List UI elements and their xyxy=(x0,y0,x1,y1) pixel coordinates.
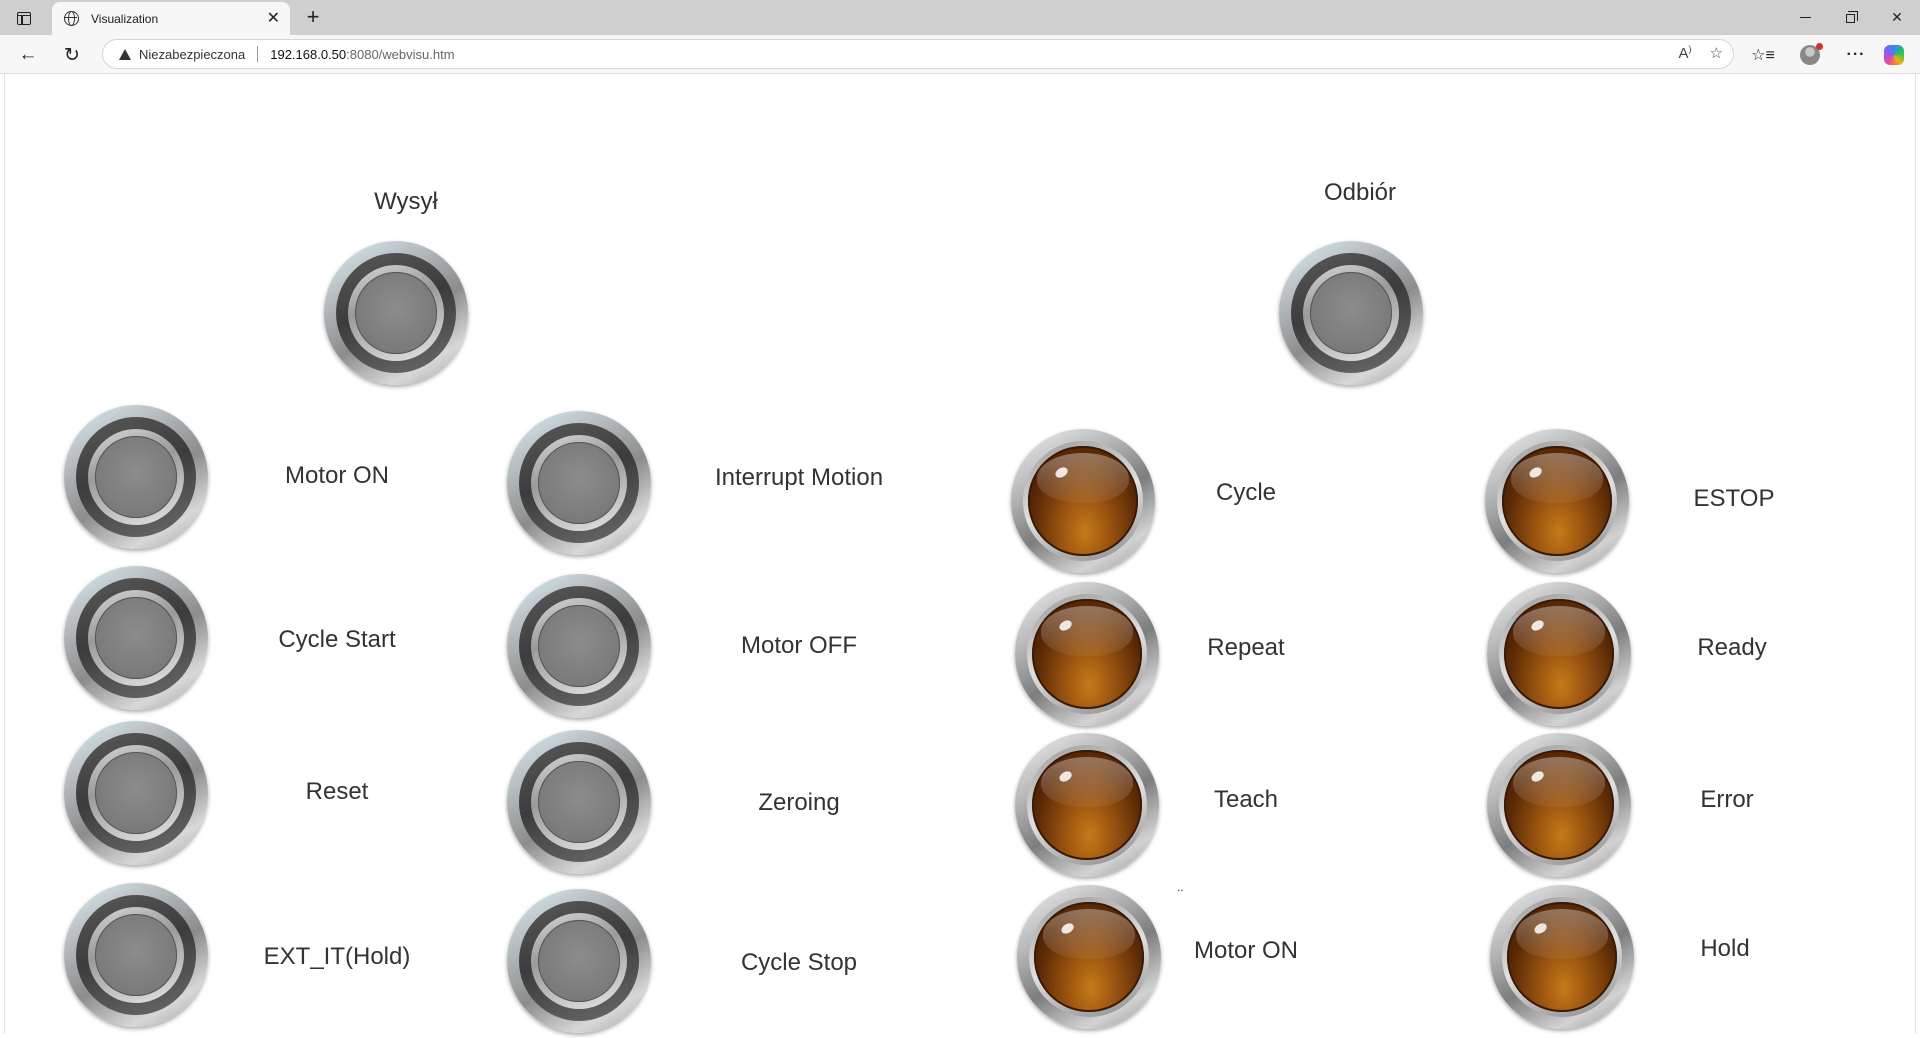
back-button[interactable]: ← xyxy=(14,41,42,69)
motor-off-button[interactable] xyxy=(507,574,651,718)
tab-close-icon[interactable]: ✕ xyxy=(267,10,280,27)
tab-title: Visualization xyxy=(91,11,159,26)
new-tab-button[interactable]: + xyxy=(300,5,326,31)
hold-lamp-label: Hold xyxy=(1700,935,1750,962)
address-bar[interactable]: Niezabezpieczona 192.168.0.50 :8080/webv… xyxy=(102,39,1734,69)
ready-lamp-label: Ready xyxy=(1697,634,1767,661)
stray-mark: .. xyxy=(1177,880,1184,894)
motor-off-label: Motor OFF xyxy=(740,632,858,659)
receive-master-button[interactable] xyxy=(1279,241,1423,385)
address-actions: A) ☆ xyxy=(1679,44,1723,62)
motor-on-lamp-label: Motor ON xyxy=(1193,937,1299,964)
browser-toolbar: ← ↻ Niezabezpieczona 192.168.0.50 :8080/… xyxy=(0,35,1920,74)
globe-icon xyxy=(64,11,79,26)
motor-on-label: Motor ON xyxy=(284,462,390,489)
cycle-lamp xyxy=(1011,429,1155,573)
tab-actions-icon[interactable] xyxy=(12,7,36,29)
security-warning[interactable]: Niezabezpieczona xyxy=(139,47,245,62)
read-aloud-icon[interactable]: A) xyxy=(1679,44,1692,62)
repeat-lamp xyxy=(1015,582,1159,726)
cycle-stop-button[interactable] xyxy=(507,889,651,1033)
send-master-button[interactable] xyxy=(324,241,468,385)
send-title: Wysył xyxy=(374,188,438,215)
error-lamp xyxy=(1487,733,1631,877)
favorites-icon[interactable]: ☆≡ xyxy=(1749,41,1777,69)
favorite-star-icon[interactable]: ☆ xyxy=(1710,44,1723,62)
ext-it-hold-button[interactable] xyxy=(64,883,208,1027)
cycle-start-button[interactable] xyxy=(64,566,208,710)
visualization-page: Wysył Odbiór Motor ON Cycle Start Reset … xyxy=(4,74,1916,1034)
browser-tab[interactable]: Visualization ✕ xyxy=(52,2,290,35)
url-host: 192.168.0.50 xyxy=(270,46,347,62)
warning-icon xyxy=(119,48,131,60)
url-path: :8080/webvisu.htm xyxy=(346,46,455,62)
close-window-button[interactable]: ✕ xyxy=(1874,0,1920,35)
motor-on-lamp xyxy=(1017,885,1161,1029)
cycle-stop-label: Cycle Stop xyxy=(740,949,858,976)
zeroing-button[interactable] xyxy=(507,730,651,874)
address-divider xyxy=(257,46,259,62)
restore-button[interactable] xyxy=(1828,0,1874,35)
teach-lamp xyxy=(1015,733,1159,877)
error-lamp-label: Error xyxy=(1700,786,1754,813)
interrupt-motion-button[interactable] xyxy=(507,411,651,555)
ext-it-hold-label: EXT_IT(Hold) xyxy=(263,943,411,970)
motor-on-button[interactable] xyxy=(64,405,208,549)
reset-button[interactable] xyxy=(64,721,208,865)
estop-lamp-label: ESTOP xyxy=(1693,485,1775,512)
zeroing-label: Zeroing xyxy=(758,789,840,816)
reset-label: Reset xyxy=(305,778,369,805)
minimize-button[interactable] xyxy=(1782,0,1828,35)
browser-titlebar: Visualization ✕ + ✕ xyxy=(0,0,1920,35)
more-menu-icon[interactable]: ··· xyxy=(1842,41,1870,69)
ready-lamp xyxy=(1487,582,1631,726)
profile-avatar[interactable] xyxy=(1796,41,1824,69)
interrupt-motion-label: Interrupt Motion xyxy=(714,464,884,491)
receive-title: Odbiór xyxy=(1323,179,1397,206)
hold-lamp xyxy=(1490,885,1634,1029)
repeat-lamp-label: Repeat xyxy=(1207,634,1285,661)
estop-lamp xyxy=(1485,429,1629,573)
teach-lamp-label: Teach xyxy=(1213,786,1279,813)
cycle-start-label: Cycle Start xyxy=(278,626,396,653)
cycle-lamp-label: Cycle xyxy=(1215,479,1277,506)
reload-button[interactable]: ↻ xyxy=(58,41,86,69)
copilot-icon[interactable] xyxy=(1880,41,1908,69)
